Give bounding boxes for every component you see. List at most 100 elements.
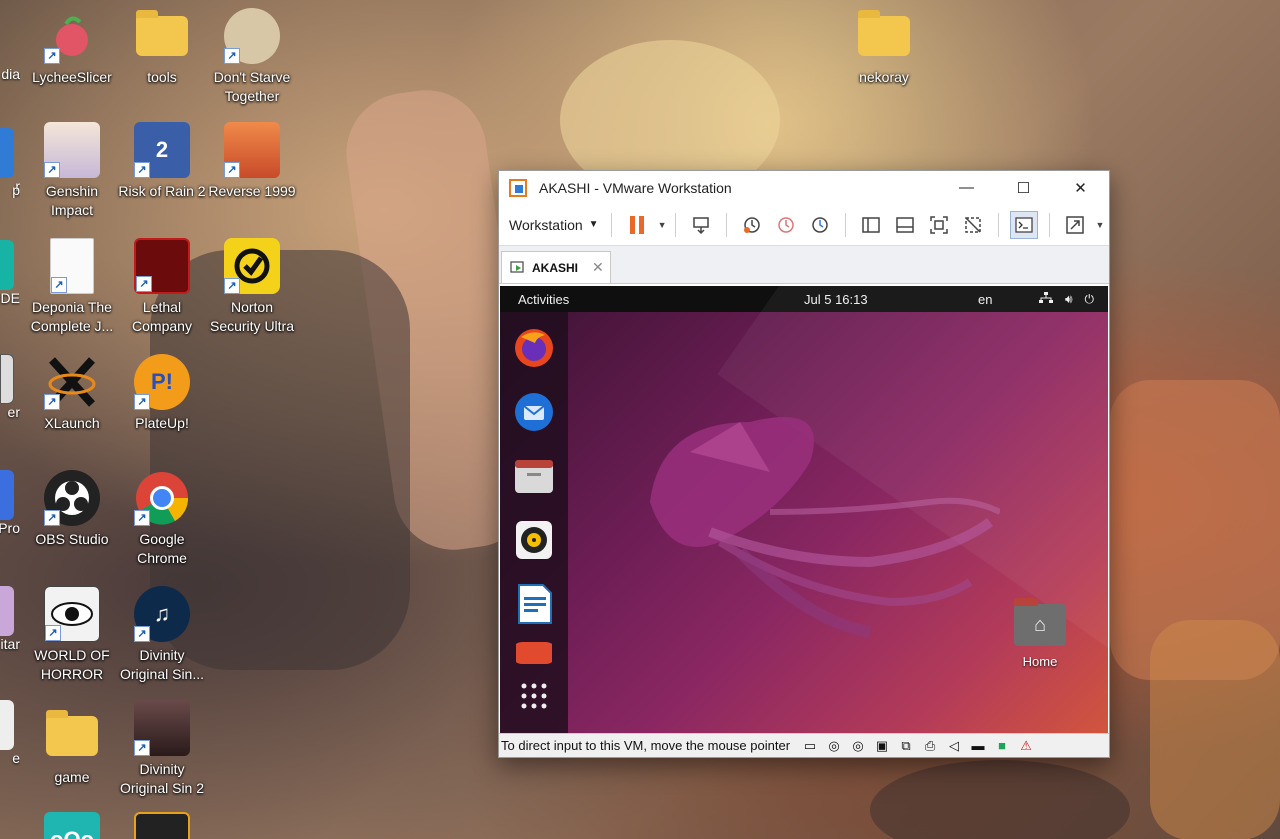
snapshot-manager-button[interactable] [806,211,834,239]
desktop-icon-partial[interactable]: dia [0,66,20,82]
chevron-down-icon[interactable]: ▼ [1096,220,1105,230]
desktop-icon-game[interactable]: game [27,708,117,787]
snapshot-button[interactable] [738,211,766,239]
desktop-icon-partial[interactable]: e [0,700,20,766]
vm-running-icon [510,260,524,273]
show-apps-grid-icon[interactable] [512,674,556,718]
desktop-icon-chrome[interactable]: ↗ Google Chrome [117,470,207,568]
show-thumbnails-button[interactable] [891,211,919,239]
dont-starve-icon: ↗ [224,8,280,64]
chevron-down-icon[interactable]: ▼ [658,220,667,230]
desktop-icon-partial[interactable]: Pro [0,470,20,536]
suspend-button[interactable] [623,211,651,239]
tab-label: AKASHI [532,260,579,275]
vmware-app-icon [509,178,527,197]
desktop-icon-partial[interactable]: itar [0,586,20,652]
desktop-icon-genshin[interactable]: ↗ Genshin Impact [27,122,117,220]
folder-icon [134,8,190,64]
home-folder-icon[interactable]: ⌂ Home [1005,598,1075,669]
reverse-1999-icon: ↗ [224,122,280,178]
desktop-icon-lycheeslicer[interactable]: ↗ LycheeSlicer [27,8,117,87]
app-icon [0,470,14,520]
thunderbird-icon[interactable] [512,390,556,434]
stretch-button[interactable] [1061,211,1089,239]
message-icon[interactable]: ■ [992,738,1012,754]
app-icon: oOo [44,812,100,839]
library-panel-icon [861,216,880,233]
chevron-down-icon: ▼ [588,219,599,230]
send-keys-icon [692,216,709,234]
console-view-button[interactable] [1009,210,1038,239]
desktop-icon-plateup[interactable]: P! ↗ PlateUp! [117,354,207,433]
revert-snapshot-button[interactable] [772,211,800,239]
status-message: To direct input to this VM, move the mou… [501,738,791,753]
app-icon [0,128,14,178]
desktop-icon-partial[interactable]: p [0,182,20,198]
desktop-icon-tools[interactable]: tools [117,8,207,87]
desktop-icon-reverse-1999[interactable]: ↗ Reverse 1999 [207,122,297,201]
risk-of-rain-icon: 2 ↗ [134,122,190,178]
tab-akashi[interactable]: AKASHI ✕ [501,251,611,283]
floppy-icon[interactable]: ▣ [872,738,892,754]
show-library-button[interactable] [857,211,885,239]
shortcut-arrow-icon: ↗ [44,510,60,526]
shortcut-arrow-icon: ↗ [136,276,152,292]
firefox-icon[interactable] [512,326,556,370]
desktop-icon-obs[interactable]: ↗ OBS Studio [27,470,117,549]
files-icon[interactable] [512,454,556,498]
vmware-window[interactable]: AKASHI - VMware Workstation — ☐ ✕ Workst… [498,170,1110,758]
home-label: Home [1022,654,1058,669]
minimize-button[interactable]: — [938,171,995,204]
desktop-icon-xlaunch[interactable]: ↗ XLaunch [27,354,117,433]
desktop-icon-partial[interactable]: IDE [0,240,20,306]
workstation-menu[interactable]: Workstation ▼ [505,217,603,233]
shortcut-arrow-icon: ↗ [51,277,67,293]
software-icon[interactable] [512,642,556,664]
send-ctrl-alt-del-button[interactable] [687,211,715,239]
desktop-icon-dont-starve[interactable]: ↗ Don't Starve Together [207,8,297,106]
cd-dvd-2-icon[interactable]: ◎ [848,738,868,754]
usb-disconnected-icon[interactable]: ⚠ [1016,738,1036,754]
maximize-button[interactable]: ☐ [995,171,1052,204]
ubuntu-desktop[interactable]: ⌂ Home [500,286,1108,733]
fullscreen-icon [929,215,948,234]
close-tab-icon[interactable]: ✕ [592,259,604,276]
shortcut-arrow-icon: ↗ [224,278,240,294]
desktop-icon-partial[interactable]: er [0,354,20,420]
app-icon [0,586,14,636]
desktop-icon-divinity-2[interactable]: ↗ Divinity Original Sin 2 [117,700,207,798]
jellyfish-wallpaper-graphic [650,417,1000,638]
window-title: AKASHI - VMware Workstation [539,179,732,196]
vm-console[interactable]: Activities Jul 5 16:13 en 🔊︎ ⏻ ⌂ Home [500,286,1108,733]
desktop-icon-lethal-company[interactable]: ↗ Lethal Company [117,238,207,336]
wallpaper-shape [1150,620,1280,839]
xlaunch-icon: ↗ [44,354,100,410]
desktop-icon-partial-bottom[interactable] [117,812,207,839]
file-icon: ↗ [50,238,94,294]
sound-card-icon[interactable]: ◁ [944,738,964,754]
desktop-icon-world-of-horror[interactable]: ↗ WORLD OF HORROR [27,586,117,684]
network-adapter-icon[interactable]: ⧉ [896,738,916,754]
divinity-icon: ↗ [134,700,190,756]
shortcut-arrow-icon: ↗ [134,162,150,178]
close-button[interactable]: ✕ [1052,171,1109,204]
desktop-icon-norton[interactable]: ↗ Norton Security Ultra [207,238,297,336]
desktop-icon-partial-bottom[interactable]: oOo [27,812,117,839]
separator [844,212,846,237]
libreoffice-writer-icon[interactable] [512,582,556,626]
desktop-icon-divinity[interactable]: ♫ ↗ Divinity Original Sin... [117,586,207,684]
display-icon[interactable]: ▬ [968,738,988,754]
full-screen-button[interactable] [925,211,953,239]
activities-button[interactable]: Activities [518,292,569,307]
rhythmbox-icon[interactable] [512,518,556,562]
printer-icon[interactable]: ⎙ [920,738,940,754]
desktop-icon-deponia[interactable]: ↗ Deponia The Complete J... [27,238,117,336]
folder-icon [856,8,912,64]
cd-dvd-icon[interactable]: ◎ [824,738,844,754]
desktop-icon-nekoray[interactable]: nekoray [839,8,929,87]
chrome-icon: ↗ [134,470,190,526]
unity-button[interactable] [959,211,987,239]
hard-disk-icon[interactable]: ▭ [800,738,820,754]
desktop-icon-risk-of-rain[interactable]: 2 ↗ Risk of Rain 2 [117,122,207,201]
title-bar[interactable]: AKASHI - VMware Workstation — ☐ ✕ [499,171,1109,204]
